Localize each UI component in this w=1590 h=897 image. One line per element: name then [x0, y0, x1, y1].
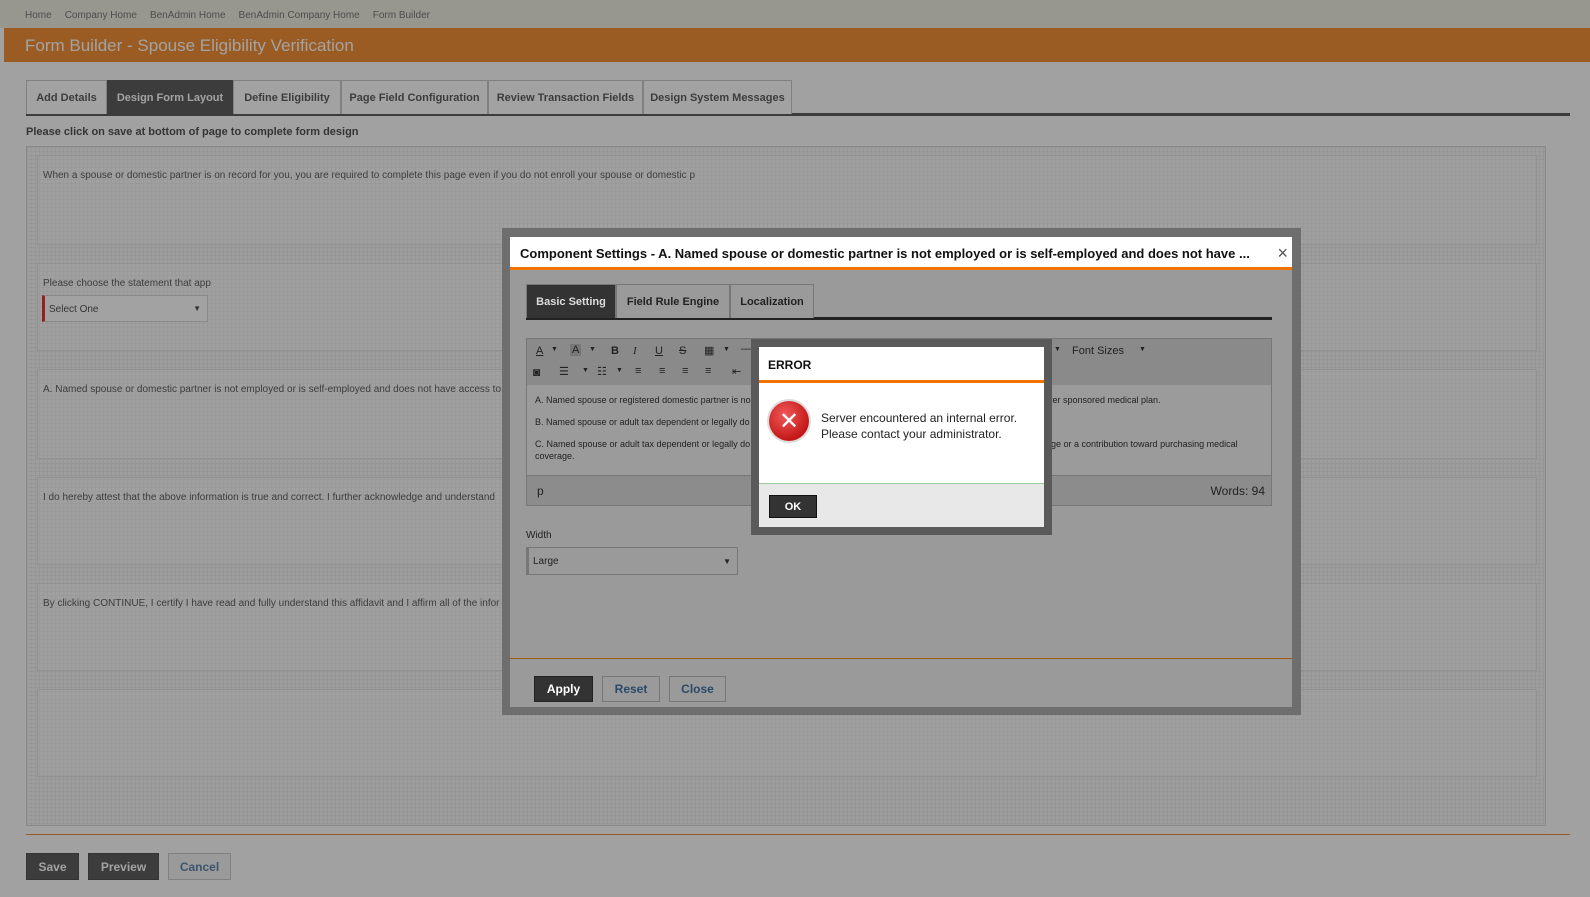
font-color-icon[interactable]: A: [536, 345, 543, 357]
error-dialog-title: ERROR: [768, 358, 812, 372]
reset-button[interactable]: Reset: [602, 676, 660, 702]
numbered-list-icon[interactable]: ☷: [597, 365, 607, 378]
chevron-down-icon[interactable]: ▼: [589, 346, 596, 353]
table-icon[interactable]: ▦: [704, 344, 714, 357]
find-icon[interactable]: ◙: [533, 365, 540, 379]
ok-button[interactable]: OK: [769, 495, 817, 518]
error-icon: ✕: [769, 401, 809, 441]
editor-line-a-end: oyer sponsored medical plan.: [1043, 395, 1161, 405]
chevron-down-icon[interactable]: ▼: [1139, 346, 1146, 353]
chevron-down-icon[interactable]: ▼: [551, 346, 558, 353]
settings-footer-divider: [510, 658, 1292, 659]
underline-icon[interactable]: U: [655, 345, 663, 357]
error-dialog-header: ERROR: [759, 347, 1044, 383]
chevron-down-icon[interactable]: ▼: [723, 346, 730, 353]
align-justify-icon[interactable]: ≡: [705, 365, 711, 377]
outdent-icon[interactable]: ⇤: [732, 365, 741, 378]
align-center-icon[interactable]: ≡: [659, 365, 665, 377]
editor-line-c-end: rage or a contribution toward purchasing…: [1043, 439, 1238, 449]
editor-line-a: A. Named spouse or registered domestic p…: [535, 395, 751, 405]
bullet-list-icon[interactable]: ☰: [559, 365, 569, 378]
tab-localization[interactable]: Localization: [730, 284, 814, 318]
background-color-icon[interactable]: A: [570, 344, 582, 356]
chevron-down-icon: ▼: [723, 557, 731, 566]
apply-button[interactable]: Apply: [534, 676, 593, 702]
tab-field-rule-engine[interactable]: Field Rule Engine: [616, 284, 730, 318]
settings-dialog-header: Component Settings - A. Named spouse or …: [510, 237, 1292, 270]
width-label: Width: [526, 530, 552, 541]
width-select[interactable]: Large ▼: [526, 547, 738, 575]
strikethrough-icon[interactable]: S: [679, 345, 686, 357]
settings-dialog-title: Component Settings - A. Named spouse or …: [520, 246, 1250, 261]
chevron-down-icon[interactable]: ▼: [582, 367, 589, 374]
align-right-icon[interactable]: ≡: [682, 365, 688, 377]
tab-basic-setting[interactable]: Basic Setting: [526, 284, 616, 318]
error-dialog-footer: OK: [759, 483, 1044, 527]
bold-icon[interactable]: B: [611, 345, 619, 357]
align-left-icon[interactable]: ≡: [635, 365, 641, 377]
element-path[interactable]: p: [537, 484, 544, 498]
editor-line-b: B. Named spouse or adult tax dependent o…: [535, 417, 750, 427]
width-select-value: Large: [533, 556, 559, 567]
italic-icon[interactable]: I: [633, 345, 637, 357]
error-message: Server encountered an internal error. Pl…: [821, 411, 1018, 441]
editor-line-c-wrap: coverage.: [535, 451, 575, 461]
word-count: Words: 94: [1210, 484, 1265, 498]
settings-tabs: Basic Setting Field Rule Engine Localiza…: [526, 284, 1272, 320]
font-sizes-dropdown[interactable]: Font Sizes: [1072, 345, 1124, 357]
editor-line-c: C. Named spouse or adult tax dependent o…: [535, 439, 751, 449]
error-dialog: ERROR ✕ Server encountered an internal e…: [759, 347, 1044, 527]
chevron-down-icon[interactable]: ▼: [1054, 346, 1061, 353]
chevron-down-icon[interactable]: ▼: [616, 367, 623, 374]
close-button[interactable]: Close: [669, 676, 726, 702]
close-icon[interactable]: ×: [1277, 243, 1288, 264]
